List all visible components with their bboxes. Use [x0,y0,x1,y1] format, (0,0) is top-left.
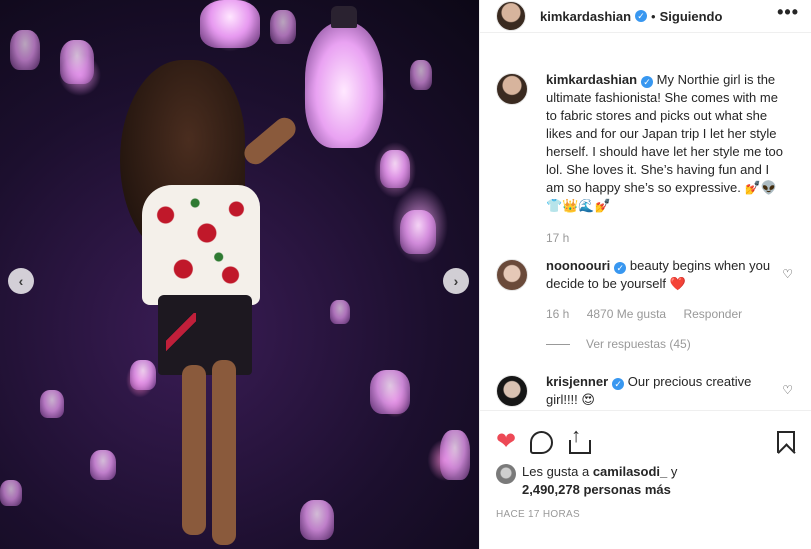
caption-avatar[interactable] [496,73,528,105]
child-figure [120,60,310,549]
like-comment-heart-icon[interactable]: ♡ [782,267,793,281]
caption-username[interactable]: kimkardashian [546,72,637,87]
likes-summary: Les gusta a camilasodi_ y 2,490,278 pers… [480,461,811,499]
view-replies-link[interactable]: Ver respuestas (45) [546,337,795,351]
child-leg [182,365,206,535]
verified-badge-icon: ✓ [612,378,625,390]
comment-time[interactable]: 16 h [546,307,569,321]
verified-badge-icon: ✓ [635,10,648,22]
lantern-light [410,60,432,90]
child-leg [212,360,236,545]
next-photo-button[interactable]: › [443,268,469,294]
comments-section[interactable]: kimkardashian ✓ My Northie girl is the ul… [480,33,811,410]
more-options-icon[interactable]: ••• [777,3,799,25]
lantern-light [370,370,410,414]
separator-dot: • [651,8,656,24]
lantern-light [440,430,470,480]
bookmark-icon[interactable] [777,431,795,453]
comment-likes[interactable]: 4870 Me gusta [587,307,666,321]
view-replies-label: Ver respuestas (45) [586,337,691,351]
lantern-light [400,210,436,254]
caption-time[interactable]: 17 h [546,231,569,245]
like-comment-heart-icon[interactable]: ♡ [782,383,793,397]
comment-icon[interactable] [530,430,554,454]
author-avatar[interactable] [496,1,526,31]
post-header: kimkardashian ✓ • Siguiendo ••• [480,0,811,33]
verified-badge-icon: ✓ [641,76,654,88]
likes-count[interactable]: 2,490,278 personas más [522,482,671,497]
lantern-light [60,40,94,84]
post-timestamp[interactable]: HACE 17 HORAS [480,499,811,530]
comment-username[interactable]: noonoouri [546,258,610,273]
liker-avatar[interactable] [496,464,516,484]
child-arm [239,113,301,169]
liker-username[interactable]: camilasodi_ [593,464,667,479]
likes-middle: y [667,464,678,479]
action-bar: ❤ [480,411,811,461]
post-photo[interactable]: ‹ › [0,0,479,549]
large-lantern [305,6,383,148]
lantern-light [330,300,350,324]
reply-button[interactable]: Responder [683,307,742,321]
comment-row: noonoouri ✓ beauty begins when you decide… [496,257,795,323]
comment-username[interactable]: krisjenner [546,374,608,389]
lantern-light [200,0,260,48]
lantern-light [10,30,40,70]
shorts [158,295,252,375]
like-heart-icon[interactable]: ❤ [496,430,516,454]
author-username[interactable]: kimkardashian [540,9,631,24]
previous-photo-button[interactable]: ‹ [8,268,34,294]
commenter-avatar[interactable] [496,375,528,407]
caption-row: kimkardashian ✓ My Northie girl is the ul… [496,71,795,247]
commenter-avatar[interactable] [496,259,528,291]
post-side-panel: kimkardashian ✓ • Siguiendo ••• kimkarda… [479,0,811,549]
lantern-light [380,150,410,188]
floral-shirt [142,185,260,305]
lantern-light [270,10,296,44]
lantern-light [40,390,64,418]
share-icon[interactable] [567,424,592,454]
following-button[interactable]: Siguiendo [660,9,723,24]
comment-row: krisjenner ✓ Our precious creative girl!!… [496,373,795,409]
caption-text: My Northie girl is the ultimate fashioni… [546,72,784,213]
lantern-light [0,480,22,506]
lantern-light [90,450,116,480]
verified-badge-icon: ✓ [614,262,627,274]
likes-prefix: Les gusta a [522,464,593,479]
post-actions-area: ❤ Les gusta a camilasodi_ y 2,490,278 pe… [480,410,811,549]
